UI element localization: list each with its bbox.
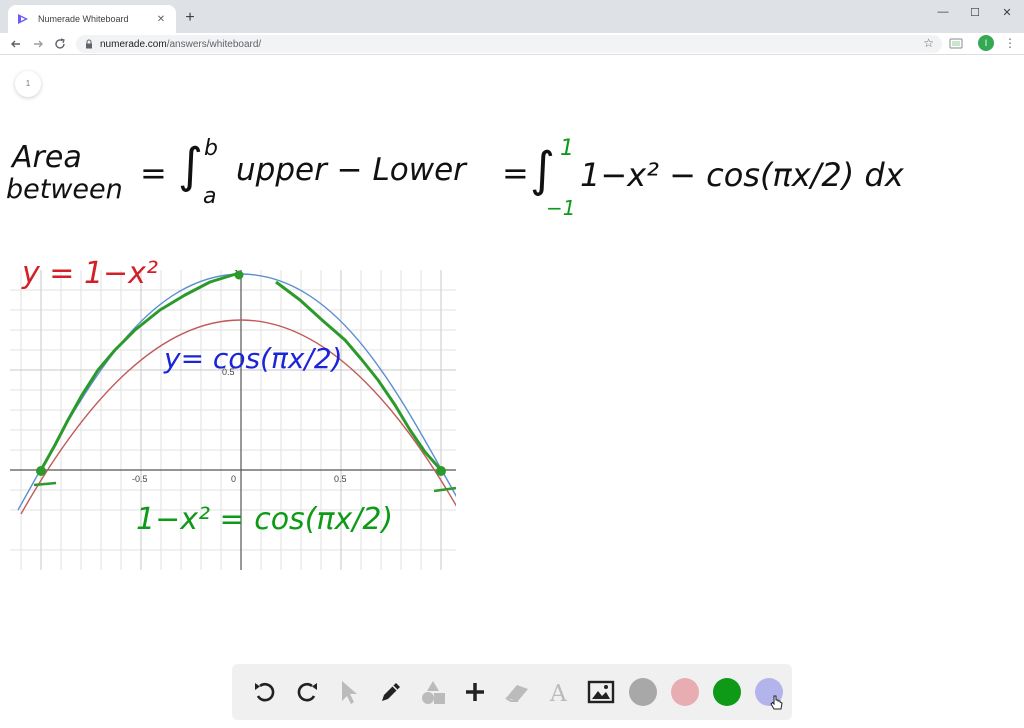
whiteboard-toolbar: A bbox=[232, 664, 792, 720]
add-icon[interactable] bbox=[454, 671, 496, 713]
upper-limit-1: 1 bbox=[560, 136, 574, 161]
forward-arrow-icon[interactable] bbox=[30, 36, 46, 52]
minimize-button[interactable]: — bbox=[928, 4, 958, 20]
vertex-point bbox=[234, 270, 244, 280]
numerade-favicon-icon bbox=[16, 12, 30, 26]
integral-sign-1: ∫ bbox=[178, 138, 204, 194]
address-bar[interactable]: numerade.com/answers/whiteboard/ ☆ bbox=[76, 35, 942, 53]
reload-icon[interactable] bbox=[52, 36, 68, 52]
intersection-point-left bbox=[36, 466, 46, 476]
x-tick-05: 0.5 bbox=[334, 474, 347, 484]
close-window-button[interactable]: ✕ bbox=[992, 4, 1022, 20]
eraser-icon[interactable] bbox=[496, 671, 538, 713]
area-label-line1: Area bbox=[12, 140, 82, 175]
cosine-label: y= cos(πx/2) bbox=[164, 342, 343, 375]
tab-strip: Numerade Whiteboard ✕ + — ☐ ✕ bbox=[0, 0, 1024, 33]
maximize-button[interactable]: ☐ bbox=[960, 4, 990, 20]
text-icon[interactable]: A bbox=[538, 671, 580, 713]
lower-limit-a: a bbox=[203, 184, 217, 209]
green-tick-left bbox=[33, 481, 57, 487]
cast-icon[interactable] bbox=[948, 36, 964, 52]
color-green-swatch[interactable] bbox=[706, 671, 748, 713]
page-number-badge[interactable]: 1 bbox=[15, 71, 41, 97]
parabola-label: y = 1−x² bbox=[22, 256, 158, 291]
hand-cursor-icon bbox=[770, 695, 783, 710]
tab-title: Numerade Whiteboard bbox=[38, 14, 129, 24]
lock-icon bbox=[84, 39, 94, 49]
back-arrow-icon[interactable] bbox=[8, 36, 24, 52]
equals-sign-1: = bbox=[140, 154, 167, 192]
equals-sign-2: = bbox=[502, 154, 529, 192]
pen-icon[interactable] bbox=[370, 671, 412, 713]
upper-minus-lower-text: upper − Lower bbox=[236, 152, 466, 188]
svg-text:A: A bbox=[549, 681, 567, 704]
image-icon[interactable] bbox=[580, 671, 622, 713]
intersection-equation: 1−x² = cos(πx/2) bbox=[136, 502, 394, 537]
redo-icon[interactable] bbox=[286, 671, 328, 713]
intersection-point-right bbox=[436, 466, 446, 476]
whiteboard-canvas[interactable]: 1 Area between = ∫ b a upper − Lower = ∫… bbox=[0, 56, 1024, 728]
shapes-icon[interactable] bbox=[412, 671, 454, 713]
browser-tab[interactable]: Numerade Whiteboard ✕ bbox=[8, 5, 176, 33]
x-tick-neg05: -0.5 bbox=[132, 474, 148, 484]
pointer-icon[interactable] bbox=[328, 671, 370, 713]
new-tab-button[interactable]: + bbox=[180, 8, 200, 28]
profile-avatar[interactable]: I bbox=[978, 35, 994, 51]
color-gray-swatch[interactable] bbox=[622, 671, 664, 713]
color-lavender-swatch[interactable] bbox=[748, 671, 790, 713]
lower-limit-neg1: −1 bbox=[546, 196, 576, 220]
bookmark-star-icon[interactable]: ☆ bbox=[923, 36, 934, 50]
tab-close-icon[interactable]: ✕ bbox=[154, 14, 168, 25]
url-text: numerade.com/answers/whiteboard/ bbox=[100, 38, 262, 50]
area-label-line2: between bbox=[6, 174, 123, 205]
browser-toolbar: numerade.com/answers/whiteboard/ ☆ bbox=[0, 33, 1024, 55]
integrand-text: 1−x² − cos(πx/2) dx bbox=[580, 156, 904, 194]
undo-icon[interactable] bbox=[244, 671, 286, 713]
upper-limit-b: b bbox=[204, 136, 218, 161]
browser-menu-icon[interactable]: ⋮ bbox=[1004, 36, 1016, 52]
color-pink-swatch[interactable] bbox=[664, 671, 706, 713]
x-tick-0: 0 bbox=[231, 474, 236, 484]
integral-sign-2: ∫ bbox=[530, 142, 556, 198]
